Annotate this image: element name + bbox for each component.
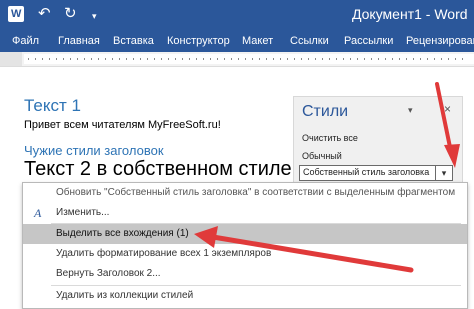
update-style-icon [33,187,45,199]
menu-item-clear-formatting[interactable]: Удалить форматирование всех 1 экземпляро… [23,244,467,264]
tab-home[interactable]: Главная [58,33,100,49]
menu-item-select-all[interactable]: Выделить все вхождения (1) [23,224,467,244]
menu-item-revert[interactable]: Вернуть Заголовок 2... [23,264,467,284]
style-custom-heading-label: Собственный стиль заголовка [303,167,430,177]
tab-design[interactable]: Конструктор [167,33,230,49]
heading-2[interactable]: Чужие стили заголовок [24,143,164,158]
tab-review[interactable]: Рецензировани [406,33,474,49]
modify-style-icon: A [34,206,42,220]
heading-3[interactable]: Текст 2 в собственном стиле [24,158,292,181]
customize-arrow-icon[interactable]: ▾ [92,6,97,26]
chevron-down-icon[interactable]: ▾ [408,105,413,116]
title-bar: W ↶ ↻ ▾ Документ1 - Word [0,0,474,30]
redo-icon[interactable]: ↻ [64,4,77,24]
ruler-corner [0,52,22,66]
style-dropdown-button[interactable]: ▾ [435,165,453,181]
tab-layout[interactable]: Макет [242,33,273,49]
menu-item-update[interactable]: Обновить "Собственный стиль заголовка" в… [23,183,467,203]
word-icon[interactable]: W [8,6,24,22]
close-icon[interactable]: × [444,102,451,116]
menu-item-remove-from-gallery[interactable]: Удалить из коллекции стилей [23,286,467,306]
ribbon-tabs: Файл Главная Вставка Конструктор Макет С… [0,30,474,52]
tab-references[interactable]: Ссылки [290,33,329,49]
undo-icon[interactable]: ↶ [38,4,51,24]
ruler-ticks [28,58,468,60]
styles-pane-title: Стили [302,103,349,120]
style-clear-all[interactable]: Очистить все [302,133,358,143]
style-context-menu: Обновить "Собственный стиль заголовка" в… [22,182,468,309]
styles-pane: Стили ▾ × Очистить все Обычный Собственн… [293,96,463,186]
menu-item-modify[interactable]: A Изменить... [23,203,467,223]
style-normal[interactable]: Обычный [302,151,342,161]
heading-1[interactable]: Текст 1 [24,96,81,116]
ruler[interactable] [0,52,474,67]
tab-mailings[interactable]: Рассылки [344,33,393,49]
paragraph-1[interactable]: Привет всем читателям MyFreeSoft.ru! [24,119,221,131]
style-custom-heading[interactable]: Собственный стиль заголовка [299,165,453,181]
tab-file[interactable]: Файл [12,33,39,49]
tab-insert[interactable]: Вставка [113,33,154,49]
document-title: Документ1 - Word [352,6,468,22]
